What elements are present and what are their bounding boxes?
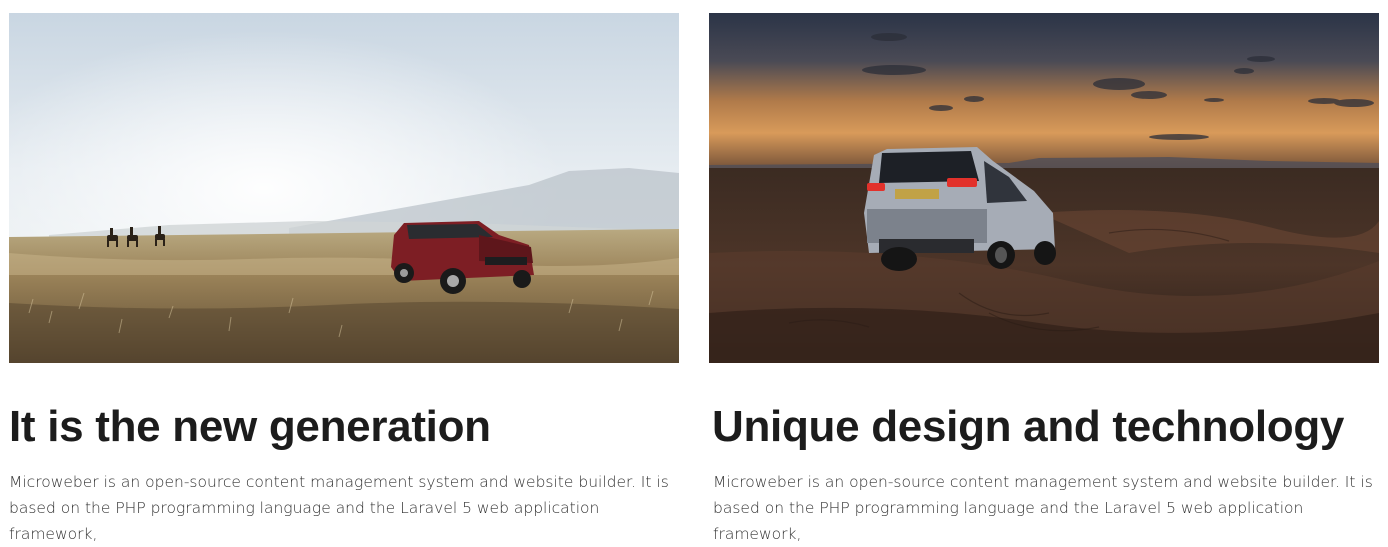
feature-image-grassland-suv — [9, 13, 679, 363]
feature-description: Microweber is an open-source content man… — [713, 473, 1373, 543]
feature-card-1: It is the new generation Microweber is a… — [9, 13, 679, 547]
feature-image-desert-suv — [709, 13, 1379, 363]
feature-title: It is the new generation — [9, 402, 491, 451]
feature-card-2: Unique design and technology Microweber … — [709, 13, 1379, 547]
feature-description: Microweber is an open-source content man… — [9, 473, 669, 543]
feature-title: Unique design and technology — [712, 402, 1345, 451]
features-section: It is the new generation Microweber is a… — [0, 0, 1388, 547]
